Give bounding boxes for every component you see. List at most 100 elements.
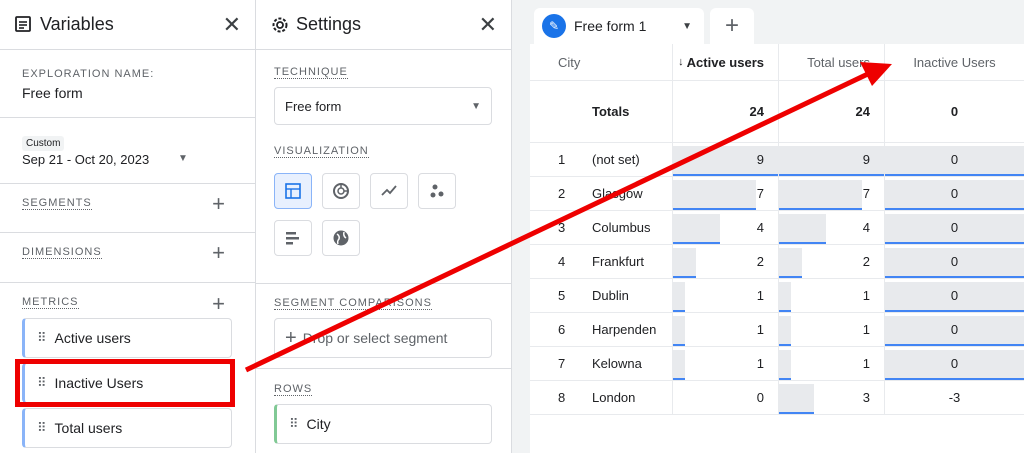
bar-chart-icon: [286, 232, 299, 245]
drag-handle-icon[interactable]: ⠿: [37, 420, 46, 436]
city-cell: 7 Kelowna: [530, 347, 672, 380]
inactive-users-header[interactable]: Inactive Users: [884, 44, 1024, 80]
active-value: 4: [756, 220, 764, 235]
active-cell: 1: [672, 279, 778, 312]
close-icon[interactable]: ✕: [223, 12, 241, 38]
exploration-name-input[interactable]: Free form: [22, 85, 83, 101]
table-viz-button[interactable]: [274, 173, 312, 209]
inactive-value: 0: [950, 356, 959, 371]
tab-label: Free form 1: [574, 18, 647, 34]
total-value: 1: [862, 356, 870, 371]
total-cell: 1: [778, 313, 884, 346]
divider: [256, 283, 512, 284]
inactive-cell: 0: [884, 347, 1024, 380]
drag-handle-icon[interactable]: ⠿: [37, 375, 46, 391]
totals-inactive: 0: [884, 81, 1024, 142]
active-cell: 7: [672, 177, 778, 210]
table-row: 8 London 0 3 -3: [530, 381, 1024, 415]
active-users-header[interactable]: ↓ Active users: [672, 44, 778, 80]
exploration-name-label: EXPLORATION NAME:: [22, 68, 155, 80]
active-value: 2: [756, 254, 764, 269]
add-segment-icon[interactable]: +: [212, 193, 225, 215]
inactive-value: 0: [950, 186, 959, 201]
active-bar: [673, 350, 685, 380]
pencil-icon[interactable]: ✎: [542, 14, 566, 38]
technique-select[interactable]: Free form ▼: [274, 87, 492, 125]
totals-active: 24: [672, 81, 778, 142]
active-value: 9: [756, 152, 764, 167]
inactive-cell: -3: [884, 381, 1024, 414]
exploration-canvas: ✎ Free form 1 ▼ + City ↓ Active users Tot…: [512, 0, 1024, 453]
technique-label: TECHNIQUE: [274, 66, 348, 79]
active-value: 1: [756, 288, 764, 303]
segment-drop-zone[interactable]: + Drop or select segment: [274, 318, 492, 358]
row-number: 1: [558, 152, 566, 167]
total-bar: [779, 350, 791, 380]
gear-icon: [272, 17, 288, 32]
donut-chart-icon: [333, 183, 349, 199]
technique-value: Free form: [285, 98, 342, 114]
total-value: 1: [862, 288, 870, 303]
metric-chip-active-users[interactable]: ⠿ Active users: [22, 318, 232, 358]
active-cell: 1: [672, 313, 778, 346]
total-value: 9: [862, 152, 870, 167]
total-bar: [779, 214, 826, 244]
row-number: 2: [558, 186, 566, 201]
inactive-value: -3: [948, 390, 961, 405]
segment-placeholder: Drop or select segment: [302, 330, 448, 346]
chevron-down-icon[interactable]: ▼: [682, 21, 692, 32]
total-bar: [779, 282, 791, 312]
tab-free-form-1[interactable]: ✎ Free form 1 ▼: [534, 8, 704, 44]
active-bar: [673, 248, 696, 278]
metric-label: Total users: [54, 420, 123, 436]
metric-chip-total-users[interactable]: ⠿ Total users: [22, 408, 232, 448]
city-name: Glasgow: [592, 186, 643, 201]
plus-icon: +: [285, 326, 297, 349]
rows-label: ROWS: [274, 383, 313, 396]
total-cell: 7: [778, 177, 884, 210]
bar-viz-button[interactable]: [274, 220, 312, 256]
scatter-viz-button[interactable]: [418, 173, 456, 209]
drag-handle-icon[interactable]: ⠿: [37, 330, 46, 346]
city-header[interactable]: City: [530, 44, 672, 80]
active-bar: [673, 282, 685, 312]
line-viz-button[interactable]: [370, 173, 408, 209]
total-bar: [779, 248, 802, 278]
active-value: 1: [756, 356, 764, 371]
add-dimension-icon[interactable]: +: [212, 242, 225, 264]
chevron-down-icon[interactable]: ▼: [178, 153, 188, 164]
row-chip-city[interactable]: ⠿ City: [274, 404, 492, 444]
active-cell: 0: [672, 381, 778, 414]
totals-label: Totals: [592, 104, 630, 119]
table-icon: [285, 183, 301, 199]
total-value: 4: [862, 220, 870, 235]
header-row: City ↓ Active users Total users Inactive …: [530, 44, 1024, 81]
totals-total: 24: [778, 81, 884, 142]
table-row: 3 Columbus 4 4 0: [530, 211, 1024, 245]
date-range-section: Custom Sep 21 - Oct 20, 2023 ▼: [0, 118, 255, 184]
custom-badge: Custom: [22, 136, 65, 151]
tab-bar: ✎ Free form 1 ▼ +: [512, 0, 1024, 44]
metric-label: Inactive Users: [54, 375, 144, 391]
inactive-cell: 0: [884, 313, 1024, 346]
table-row: 6 Harpenden 1 1 0: [530, 313, 1024, 347]
add-metric-icon[interactable]: +: [212, 293, 225, 315]
metric-chip-inactive-users[interactable]: ⠿ Inactive Users: [22, 363, 232, 403]
date-range-value[interactable]: Sep 21 - Oct 20, 2023: [22, 152, 149, 167]
metric-label: Active users: [54, 330, 131, 346]
close-icon[interactable]: ✕: [479, 12, 497, 38]
total-cell: 1: [778, 279, 884, 312]
settings-title: Settings: [296, 14, 362, 34]
active-bar: [673, 214, 720, 244]
active-cell: 2: [672, 245, 778, 278]
add-tab-button[interactable]: +: [710, 8, 754, 44]
drag-handle-icon[interactable]: ⠿: [289, 416, 298, 432]
total-cell: 9: [778, 143, 885, 176]
total-users-header[interactable]: Total users: [778, 44, 884, 80]
active-value: 7: [756, 186, 764, 201]
geo-viz-button[interactable]: [322, 220, 360, 256]
city-name: Frankfurt: [592, 254, 645, 269]
donut-viz-button[interactable]: [322, 173, 360, 209]
row-number: 3: [558, 220, 566, 235]
total-cell: 1: [778, 347, 884, 380]
